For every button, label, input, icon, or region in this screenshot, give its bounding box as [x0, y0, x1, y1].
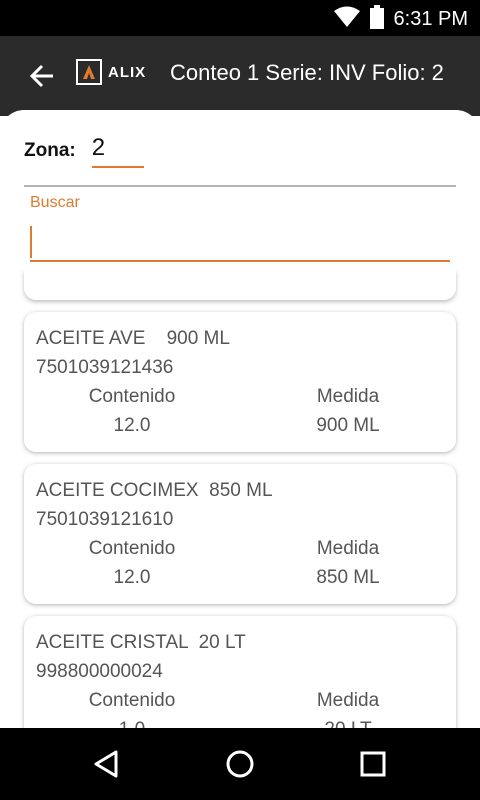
contenido-value: 1.0 — [24, 719, 240, 728]
contenido-label: Contenido — [88, 386, 176, 407]
medida-label: Medida — [316, 690, 380, 711]
home-circle-icon — [226, 750, 254, 778]
zona-row: Zona: 2 — [24, 134, 144, 168]
product-code: 998800000024 — [36, 661, 163, 682]
nav-back-button[interactable] — [86, 744, 126, 784]
app-bar: ALIX Conteo 1 Serie: INV Folio: 2 — [0, 36, 480, 116]
list-item-partial[interactable] — [24, 270, 456, 300]
contenido-value: 12.0 — [113, 415, 151, 436]
contenido-label: Contenido — [88, 690, 176, 711]
status-time: 6:31 PM — [393, 8, 468, 30]
text-cursor — [30, 226, 32, 258]
product-name: ACEITE COCIMEX 850 ML — [36, 480, 273, 501]
search-label: Buscar — [30, 194, 80, 211]
alix-logo: ALIX — [76, 59, 146, 85]
zona-input[interactable]: 2 — [91, 134, 144, 168]
content-panel: Zona: 2 Buscar ACEITE AVE 900 ML 7501039… — [0, 110, 480, 728]
product-code: 7501039121610 — [36, 509, 174, 530]
contenido-label: Contenido — [88, 538, 176, 559]
battery-icon — [369, 5, 384, 34]
list-item[interactable]: ACEITE CRISTAL 20 LT 998800000024 Conten… — [24, 616, 456, 728]
product-name: ACEITE AVE 900 ML — [36, 328, 230, 349]
divider — [24, 185, 456, 187]
zona-label: Zona: — [24, 140, 76, 161]
medida-value: 900 ML — [316, 415, 380, 436]
back-button[interactable] — [22, 56, 62, 96]
search-input[interactable] — [30, 222, 450, 262]
list-item[interactable]: ACEITE AVE 900 ML 7501039121436 Contenid… — [24, 312, 456, 452]
back-triangle-icon — [94, 750, 118, 778]
product-list[interactable]: ACEITE AVE 900 ML 7501039121436 Contenid… — [0, 270, 480, 728]
status-bar: 6:31 PM — [0, 0, 480, 36]
recents-square-icon — [360, 751, 386, 777]
system-nav-bar — [0, 728, 480, 800]
list-item[interactable]: ACEITE COCIMEX 850 ML 7501039121610 Cont… — [24, 464, 456, 604]
contenido-value: 12.0 — [113, 567, 151, 588]
product-name: ACEITE CRISTAL 20 LT — [36, 632, 246, 653]
medida-label: Medida — [316, 386, 380, 407]
medida-value: 850 ML — [316, 567, 380, 588]
product-code: 7501039121436 — [36, 357, 174, 378]
nav-recents-button[interactable] — [353, 744, 393, 784]
alix-logo-icon — [76, 59, 102, 85]
logo-text: ALIX — [108, 63, 147, 81]
page-title: Conteo 1 Serie: INV Folio: 2 — [170, 60, 444, 85]
medida-label: Medida — [316, 538, 380, 559]
back-arrow-icon — [29, 64, 53, 88]
nav-home-button[interactable] — [220, 744, 260, 784]
wifi-icon — [333, 6, 360, 33]
medida-value: 20 LT — [240, 719, 456, 728]
